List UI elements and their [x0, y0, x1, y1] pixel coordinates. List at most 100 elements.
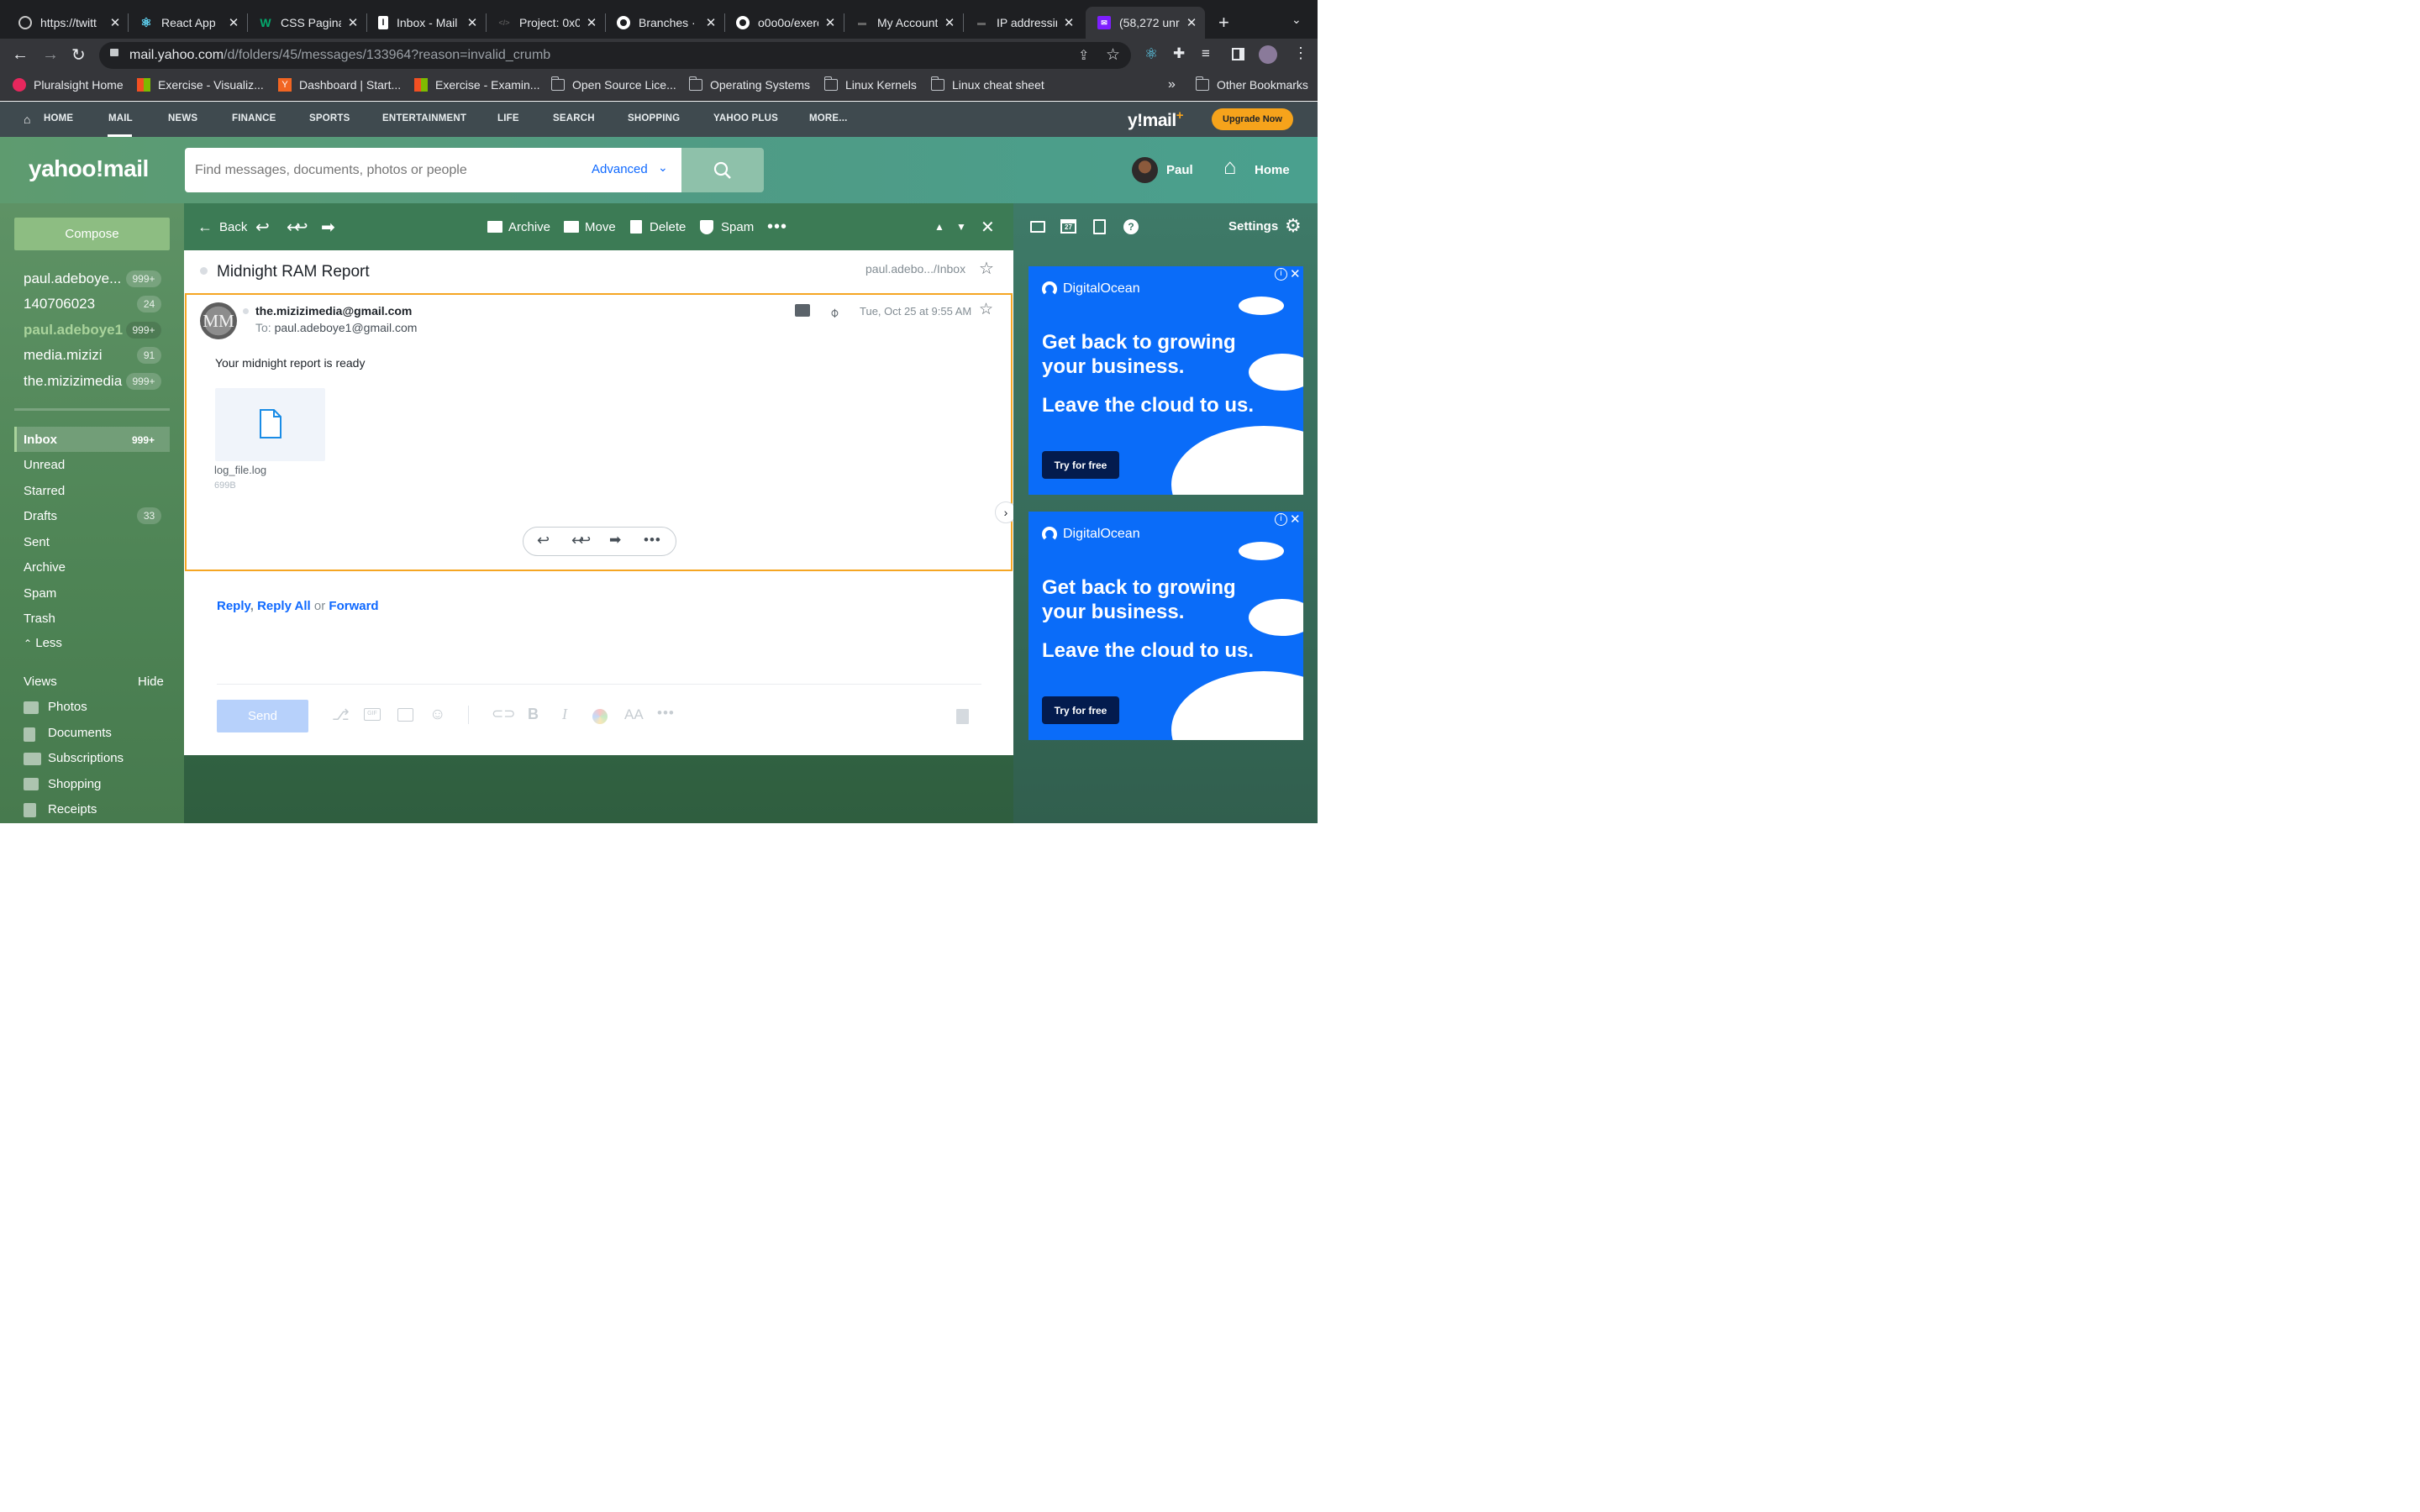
user-name[interactable]: Paul: [1166, 163, 1193, 177]
forward-icon[interactable]: ➡: [609, 532, 621, 549]
archive-button[interactable]: Archive: [487, 203, 550, 250]
sidebar-view-receipts[interactable]: Receipts: [48, 802, 97, 816]
close-tab-icon[interactable]: ✕: [823, 15, 837, 30]
sender-email[interactable]: the.mizizimedia@gmail.com: [255, 304, 412, 318]
sidebar-view-documents[interactable]: Documents: [48, 726, 112, 740]
advanced-search-button[interactable]: Advanced: [592, 162, 648, 176]
account-item[interactable]: the.mizizimedia: [24, 373, 122, 390]
browser-tab-project[interactable]: </> Project: 0x0 ✕: [486, 7, 605, 39]
account-item-active[interactable]: paul.adeboye1: [24, 322, 123, 339]
attachment-card[interactable]: [215, 388, 325, 461]
profile-avatar[interactable]: [1259, 45, 1277, 64]
print-icon[interactable]: [795, 304, 810, 317]
address-bar[interactable]: mail.yahoo.com/d/folders/45/messages/133…: [99, 42, 1131, 69]
emoji-icon[interactable]: ☺: [429, 706, 445, 724]
recipient-email[interactable]: paul.adeboye1@gmail.com: [275, 321, 418, 334]
chevron-down-icon[interactable]: ⌄: [658, 160, 668, 175]
reply-icon[interactable]: ↩: [537, 532, 550, 549]
bookmarks-overflow-button[interactable]: »: [1168, 77, 1176, 92]
browser-tab-yahoo-mail[interactable]: ✉ (58,272 unr ✕: [1086, 7, 1205, 39]
close-tab-icon[interactable]: ✕: [108, 15, 122, 30]
close-tab-icon[interactable]: ✕: [704, 15, 718, 30]
account-item[interactable]: 140706023: [24, 296, 95, 312]
bold-icon[interactable]: B: [528, 706, 539, 723]
reply-all-link[interactable]: Reply All: [257, 599, 311, 613]
search-button[interactable]: [681, 148, 764, 192]
browser-tab-my-account[interactable]: ▬ My Account ✕: [844, 7, 963, 39]
star-icon[interactable]: ☆: [979, 258, 994, 279]
ad-info-icon[interactable]: i: [1275, 268, 1287, 281]
send-button[interactable]: Send: [217, 700, 308, 732]
extensions-icon[interactable]: ✚: [1173, 45, 1185, 62]
sidebar-item-drafts[interactable]: Drafts: [24, 509, 57, 523]
nav-more[interactable]: MORE...: [809, 113, 848, 123]
side-panel-icon[interactable]: [1232, 48, 1244, 60]
avatar[interactable]: [1132, 157, 1158, 183]
browser-tab-css-pagination[interactable]: W CSS Paginat ✕: [247, 7, 366, 39]
close-tab-icon[interactable]: ✕: [1062, 15, 1076, 30]
compose-button[interactable]: Compose: [14, 218, 170, 250]
close-tab-icon[interactable]: ✕: [943, 15, 956, 30]
account-item[interactable]: paul.adeboye...: [24, 270, 121, 287]
media-controls-icon[interactable]: ≡: [1202, 45, 1210, 62]
nav-entertainment[interactable]: ENTERTAINMENT: [382, 113, 466, 123]
italic-icon[interactable]: I: [562, 706, 567, 723]
browser-tab-twitter[interactable]: https://twitt ✕: [7, 7, 129, 39]
sticker-icon[interactable]: [397, 708, 413, 722]
gear-icon[interactable]: ⚙: [1285, 215, 1302, 237]
previous-message-icon[interactable]: ▲: [934, 203, 944, 250]
forward-icon[interactable]: ➡: [321, 203, 335, 250]
next-message-icon[interactable]: ▼: [956, 203, 966, 250]
sidebar-item-starred[interactable]: Starred: [24, 484, 65, 498]
attachment-name[interactable]: log_file.log: [214, 464, 266, 476]
browser-tab-react-app[interactable]: ⚛ React App ✕: [128, 7, 247, 39]
browser-tab-exercise-repo[interactable]: o0o0o/exerc ✕: [724, 7, 844, 39]
ad-info-icon[interactable]: i: [1275, 513, 1287, 526]
bookmark-folder-operating-systems[interactable]: Operating Systems: [688, 76, 810, 92]
views-hide-button[interactable]: Hide: [138, 675, 164, 689]
ad-close-icon[interactable]: ✕: [1290, 266, 1301, 281]
bookmark-exercise-visualize[interactable]: Exercise - Visualiz...: [137, 78, 264, 92]
link-icon[interactable]: ⊂⊃: [492, 706, 516, 722]
reply-all-icon[interactable]: ↩↩: [287, 203, 308, 250]
browser-tab-inbox-mail[interactable]: I Inbox - Mail ✕: [366, 7, 486, 39]
reply-icon[interactable]: ↩: [255, 203, 270, 250]
react-devtools-icon[interactable]: ⚛: [1144, 45, 1158, 63]
bookmark-folder-linux-kernels[interactable]: Linux Kernels: [823, 76, 917, 92]
ad-close-icon[interactable]: ✕: [1290, 512, 1301, 527]
delete-button[interactable]: Delete: [630, 203, 686, 250]
back-button[interactable]: ← Back: [197, 203, 247, 250]
more-actions-icon[interactable]: •••: [767, 203, 787, 250]
help-icon[interactable]: ?: [1123, 219, 1139, 234]
star-icon[interactable]: ☆: [979, 300, 993, 319]
move-button[interactable]: Move: [564, 203, 616, 250]
bookmark-folder-open-source[interactable]: Open Source Lice...: [550, 76, 676, 92]
back-arrow-icon[interactable]: ←: [12, 45, 29, 65]
account-item[interactable]: media.mizizi: [24, 347, 103, 364]
search-box[interactable]: Advanced ⌄: [185, 148, 681, 192]
lock-icon[interactable]: [110, 49, 118, 56]
forward-arrow-icon[interactable]: →: [42, 45, 59, 65]
close-tab-icon[interactable]: ✕: [466, 15, 479, 30]
more-formatting-icon[interactable]: •••: [657, 705, 675, 722]
home-link[interactable]: Home: [1255, 163, 1290, 177]
browser-tab-branches[interactable]: Branches · G ✕: [605, 7, 724, 39]
bookmark-star-icon[interactable]: ☆: [1106, 45, 1120, 65]
gif-icon[interactable]: GIF: [364, 708, 381, 721]
unread-dot-icon[interactable]: [200, 267, 208, 275]
forward-link[interactable]: Forward: [329, 599, 378, 613]
spam-button[interactable]: Spam: [700, 203, 754, 250]
attach-icon[interactable]: ⎇: [332, 706, 350, 724]
sidebar-item-archive[interactable]: Archive: [24, 560, 66, 575]
nav-shopping[interactable]: SHOPPING: [628, 113, 680, 123]
close-tab-icon[interactable]: ✕: [346, 15, 360, 30]
reply-all-icon[interactable]: ↩↩: [571, 532, 591, 549]
sidebar-view-photos[interactable]: Photos: [48, 700, 87, 714]
nav-home[interactable]: HOME: [44, 113, 73, 123]
bookmark-pluralsight[interactable]: Pluralsight Home: [13, 78, 124, 92]
calendar-icon[interactable]: 27: [1060, 219, 1076, 234]
reload-icon[interactable]: ↻: [71, 45, 86, 66]
nav-news[interactable]: NEWS: [168, 113, 197, 123]
ad-cta-button[interactable]: Try for free: [1042, 696, 1119, 724]
font-size-icon[interactable]: AA: [624, 706, 644, 723]
